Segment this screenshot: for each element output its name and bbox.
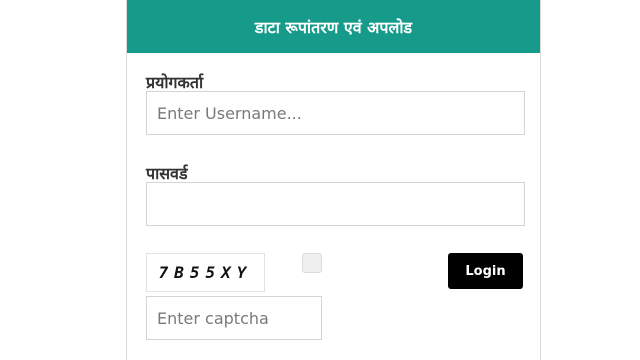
password-input[interactable] bbox=[146, 182, 525, 226]
login-button[interactable]: Login bbox=[448, 253, 523, 289]
username-label: प्रयोगकर्ता bbox=[146, 73, 204, 92]
password-label: पासवर्ड bbox=[146, 164, 188, 183]
username-input[interactable] bbox=[146, 91, 525, 135]
captcha-refresh-checkbox[interactable] bbox=[302, 253, 322, 273]
page-header: डाटा रूपांतरण एवं अपलोड bbox=[127, 0, 540, 53]
captcha-code: 7B55XY bbox=[158, 263, 253, 282]
captcha-input[interactable] bbox=[146, 296, 322, 340]
page-title: डाटा रूपांतरण एवं अपलोड bbox=[254, 17, 413, 37]
captcha-image: 7B55XY bbox=[146, 253, 265, 292]
login-panel: डाटा रूपांतरण एवं अपलोड प्रयोगकर्ता पासव… bbox=[126, 0, 541, 360]
